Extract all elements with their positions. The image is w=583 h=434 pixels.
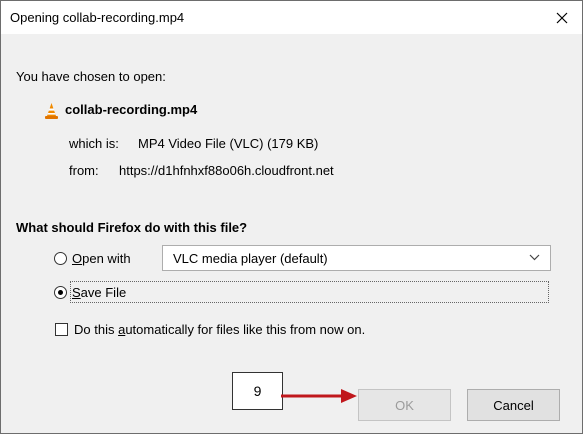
cancel-button[interactable]: Cancel xyxy=(467,389,560,421)
save-file-focus-ring xyxy=(70,281,549,303)
title-bar: Opening collab-recording.mp4 xyxy=(1,1,582,34)
app-select-value: VLC media player (default) xyxy=(173,251,328,266)
ok-button[interactable]: OK xyxy=(358,389,451,421)
arrow-right-icon xyxy=(281,389,357,403)
step-callout: 9 xyxy=(232,372,283,410)
auto-checkbox[interactable] xyxy=(55,323,68,336)
file-type-label: which is: xyxy=(69,136,119,151)
auto-checkbox-label[interactable]: Do this automatically for files like thi… xyxy=(74,322,365,337)
close-button[interactable] xyxy=(542,1,582,34)
download-dialog: Opening collab-recording.mp4 You have ch… xyxy=(0,0,583,434)
action-question: What should Firefox do with this file? xyxy=(16,220,248,235)
source-url: https://d1hfnhxf88o06h.cloudfront.net xyxy=(119,163,334,178)
app-select[interactable]: VLC media player (default) xyxy=(162,245,551,271)
save-file-radio[interactable] xyxy=(54,286,67,299)
dialog-title: Opening collab-recording.mp4 xyxy=(10,10,185,25)
file-type-value: MP4 Video File (VLC) (179 KB) xyxy=(138,136,319,151)
chevron-down-icon xyxy=(529,254,540,261)
open-with-radio[interactable] xyxy=(54,252,67,265)
source-label: from: xyxy=(69,163,99,178)
open-with-label[interactable]: Open with xyxy=(72,251,131,266)
save-file-label[interactable]: Save File xyxy=(72,285,126,300)
file-name: collab-recording.mp4 xyxy=(65,102,198,117)
vlc-cone-icon xyxy=(45,103,58,119)
intro-text: You have chosen to open: xyxy=(16,69,166,84)
close-icon xyxy=(556,12,568,23)
